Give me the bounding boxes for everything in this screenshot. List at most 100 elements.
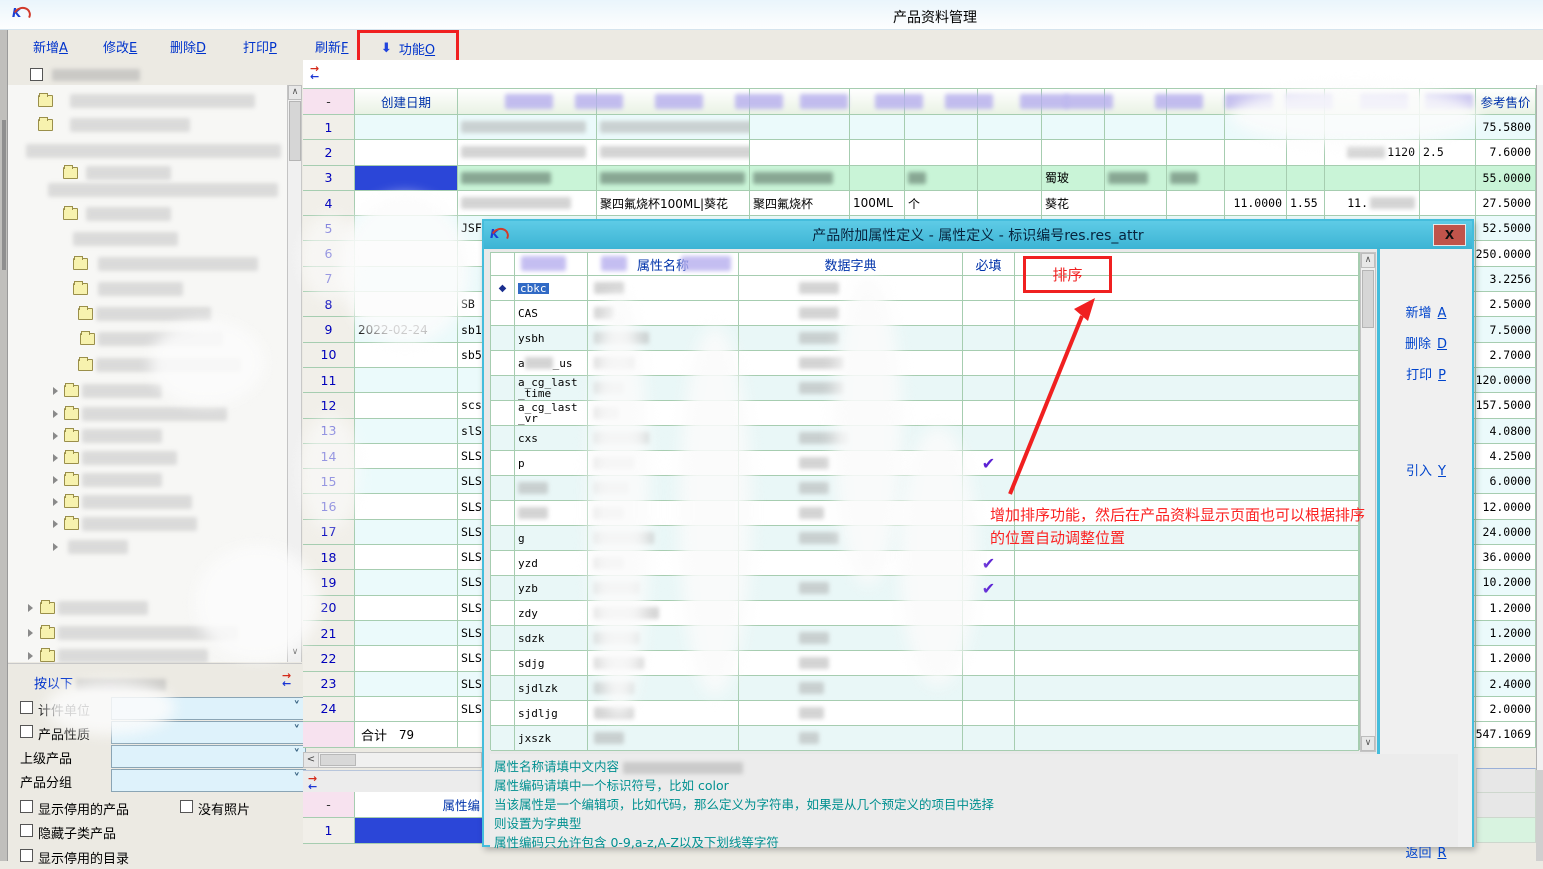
include-subdirectory-checkbox[interactable] <box>30 64 140 83</box>
window-right-scroll-strip[interactable] <box>1536 85 1543 861</box>
cell-ref: 2.4000 <box>1476 672 1536 696</box>
swap-columns-icon[interactable]: →← <box>310 65 328 81</box>
scroll-up-icon[interactable]: ∧ <box>288 85 302 100</box>
tree-item[interactable] <box>8 428 288 444</box>
scroll-down-icon[interactable]: ∨ <box>1361 736 1375 751</box>
folder-icon <box>38 119 53 131</box>
checkbox-icon[interactable] <box>30 68 43 81</box>
cell-ref: 55.0000 <box>1476 166 1536 190</box>
attr-header-dict[interactable]: 数据字典 <box>739 253 963 275</box>
header-ref[interactable]: 参考售价 <box>1476 89 1536 114</box>
folder-icon <box>63 167 78 179</box>
filter-row-options2: 隐藏子类产品 <box>8 820 302 844</box>
cell-factor: 1.55 <box>1287 191 1325 215</box>
toolbar-edit-button[interactable]: 修改E <box>103 37 137 56</box>
no-photo-checkbox[interactable] <box>180 800 193 813</box>
hide-subclass-products-checkbox[interactable] <box>20 824 33 837</box>
toolbar-refresh-button[interactable]: 刷新F <box>315 37 349 56</box>
tree-scrollbar-thumb[interactable] <box>289 101 301 161</box>
total-cell-ref: 3547.1069 <box>1476 722 1536 747</box>
toolbar-function-button[interactable]: 功能O <box>399 39 435 58</box>
toolbar-delete-button[interactable]: 删除D <box>170 37 206 56</box>
expand-arrow-icon[interactable] <box>53 543 58 551</box>
tree-item[interactable] <box>8 165 288 181</box>
expand-arrow-icon[interactable] <box>28 629 33 637</box>
tree-item[interactable] <box>8 231 288 247</box>
unit-checkbox[interactable] <box>20 701 33 714</box>
cell-text: 10 <box>321 347 337 362</box>
table-row[interactable]: 4聚四氟烧杯100ML|葵花聚四氟烧杯100ML个葵花11.00001.5511… <box>303 191 1536 216</box>
scroll-up-icon[interactable]: ∧ <box>1361 253 1375 268</box>
dialog-scrollbar-thumb[interactable] <box>1362 270 1374 328</box>
cell-date <box>355 697 458 721</box>
tree-item[interactable] <box>8 281 288 297</box>
attr-header-req[interactable]: 必填 <box>963 253 1015 275</box>
toolbar-add-button[interactable]: 新增A <box>33 37 68 56</box>
tree-item[interactable] <box>8 93 288 109</box>
show-disabled-directories-checkbox[interactable] <box>20 849 33 862</box>
left-scrollbar-thumb[interactable] <box>2 120 6 270</box>
attribute-table-toolbar: →← <box>303 770 482 792</box>
cell-ref: 2.7000 <box>1476 343 1536 367</box>
nature-checkbox[interactable] <box>20 725 33 738</box>
window-right-scroll-thumb[interactable] <box>1536 770 1543 861</box>
expand-arrow-icon[interactable] <box>53 498 58 506</box>
attr-cell-code <box>515 501 588 525</box>
dialog-scrollbar[interactable]: ∧ ∨ <box>1360 252 1376 752</box>
attribute-row[interactable]: jxszk <box>491 726 1359 751</box>
expand-arrow-icon[interactable] <box>53 432 58 440</box>
tree-item[interactable] <box>8 406 288 422</box>
attr-cell-sel <box>491 401 515 425</box>
tree-item[interactable] <box>8 206 288 222</box>
dialog-print-button[interactable]: 打印P <box>1380 364 1472 383</box>
dialog-titlebar[interactable]: K 产品附加属性定义 - 属性定义 - 标识编号res.res_attr X <box>484 221 1472 249</box>
parent-product-combobox[interactable] <box>111 745 306 768</box>
app-logo-icon: K <box>12 6 32 22</box>
header-date[interactable]: 创建日期 <box>355 89 458 114</box>
dialog-delete-button[interactable]: 删除D <box>1380 333 1472 352</box>
hscroll-thumb[interactable] <box>320 754 356 766</box>
expand-arrow-icon[interactable] <box>53 387 58 395</box>
redacted-tree-label <box>98 257 258 271</box>
redacted-text <box>753 172 833 184</box>
tree-item[interactable] <box>8 472 288 488</box>
help-line: 则设置为字典型 <box>494 813 582 832</box>
tree-item[interactable] <box>8 516 288 532</box>
redacted-tree-label <box>98 282 183 296</box>
horizontal-scrollbar[interactable]: < <box>303 752 482 768</box>
product-group-combobox[interactable] <box>111 769 306 792</box>
cell-spec: 100ML <box>850 191 905 215</box>
tree-item[interactable] <box>8 117 288 133</box>
folder-icon <box>64 518 79 530</box>
expand-arrow-icon[interactable] <box>53 520 58 528</box>
swap-icon[interactable]: →← <box>282 672 300 688</box>
table-row[interactable]: 3蜀玻55.0000 <box>303 166 1536 191</box>
expand-arrow-icon[interactable] <box>53 410 58 418</box>
dialog-import-button[interactable]: 引入Y <box>1380 460 1472 479</box>
expand-arrow-icon[interactable] <box>28 604 33 612</box>
scroll-left-icon[interactable]: < <box>304 753 319 767</box>
expand-arrow-icon[interactable] <box>53 476 58 484</box>
toolbar-print-button[interactable]: 打印P <box>243 37 277 56</box>
selected-attribute-cell[interactable] <box>355 818 483 843</box>
close-icon[interactable]: X <box>1433 224 1466 246</box>
tree-item[interactable] <box>8 182 288 198</box>
tree-item[interactable] <box>8 450 288 466</box>
attribute-table-row[interactable]: 1 <box>303 818 483 844</box>
tree-item[interactable] <box>8 306 288 322</box>
tree-item[interactable] <box>8 256 288 272</box>
tree-item[interactable] <box>8 494 288 510</box>
cell-text: 18 <box>321 550 337 565</box>
dialog-add-button[interactable]: 新增A <box>1380 302 1472 321</box>
redacted-checkbox-label <box>52 69 140 81</box>
expand-arrow-icon[interactable] <box>28 652 33 660</box>
show-disabled-products-checkbox[interactable] <box>20 800 33 813</box>
tree-item[interactable] <box>8 143 288 159</box>
header-num[interactable]: - <box>303 89 355 114</box>
redacted-text <box>518 482 548 494</box>
swap-icon[interactable]: →← <box>308 775 326 791</box>
attr-header-sel[interactable] <box>491 253 515 275</box>
help-line: 属性编码只允许包含 0-9,a-z,A-Z以及下划线等字符 <box>494 832 779 851</box>
expand-arrow-icon[interactable] <box>53 454 58 462</box>
attribute-code: cbkc <box>518 283 549 294</box>
